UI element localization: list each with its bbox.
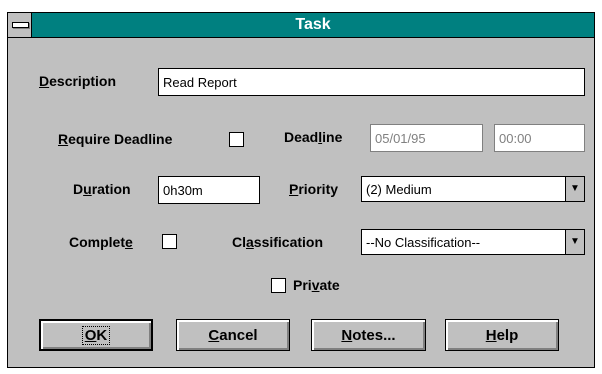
- title-bar[interactable]: Task: [8, 13, 594, 38]
- require-deadline-label: Require Deadline: [58, 131, 173, 147]
- priority-dropdown-button[interactable]: ▼: [565, 176, 585, 202]
- private-label: Private: [293, 277, 340, 293]
- deadline-time-input[interactable]: 00:00: [494, 124, 585, 152]
- task-dialog: Task Description Read Report Require Dea…: [7, 12, 595, 368]
- help-button-label: Help: [485, 326, 519, 344]
- duration-input[interactable]: 0h30m: [158, 176, 260, 204]
- dropdown-arrow-icon: ▼: [570, 183, 580, 194]
- require-deadline-checkbox[interactable]: [229, 132, 244, 147]
- dropdown-arrow-icon: ▼: [570, 236, 580, 247]
- notes-button[interactable]: Notes...: [311, 319, 426, 351]
- private-checkbox[interactable]: [271, 278, 286, 293]
- duration-label: Duration: [73, 181, 131, 197]
- system-menu-icon: [12, 22, 29, 28]
- complete-label: Complete: [69, 234, 133, 250]
- complete-checkbox[interactable]: [162, 234, 177, 249]
- ok-button-label: OK: [81, 325, 111, 345]
- classification-label: Classification: [232, 234, 324, 250]
- priority-select[interactable]: (2) Medium ▼: [361, 176, 585, 202]
- notes-button-label: Notes...: [341, 326, 396, 344]
- deadline-date-input[interactable]: 05/01/95: [370, 124, 483, 152]
- description-label: Description: [39, 73, 117, 89]
- ok-button[interactable]: OK: [39, 319, 153, 351]
- priority-label: Priority: [289, 181, 339, 197]
- deadline-label: Deadline: [284, 129, 343, 145]
- classification-dropdown-button[interactable]: ▼: [565, 229, 585, 255]
- description-input[interactable]: Read Report: [158, 68, 585, 96]
- cancel-button[interactable]: Cancel: [176, 319, 290, 351]
- classification-select[interactable]: --No Classification-- ▼: [361, 229, 585, 255]
- window-title: Task: [295, 16, 331, 33]
- help-button[interactable]: Help: [445, 319, 559, 351]
- cancel-button-label: Cancel: [208, 326, 258, 344]
- system-menu-button[interactable]: [8, 13, 32, 37]
